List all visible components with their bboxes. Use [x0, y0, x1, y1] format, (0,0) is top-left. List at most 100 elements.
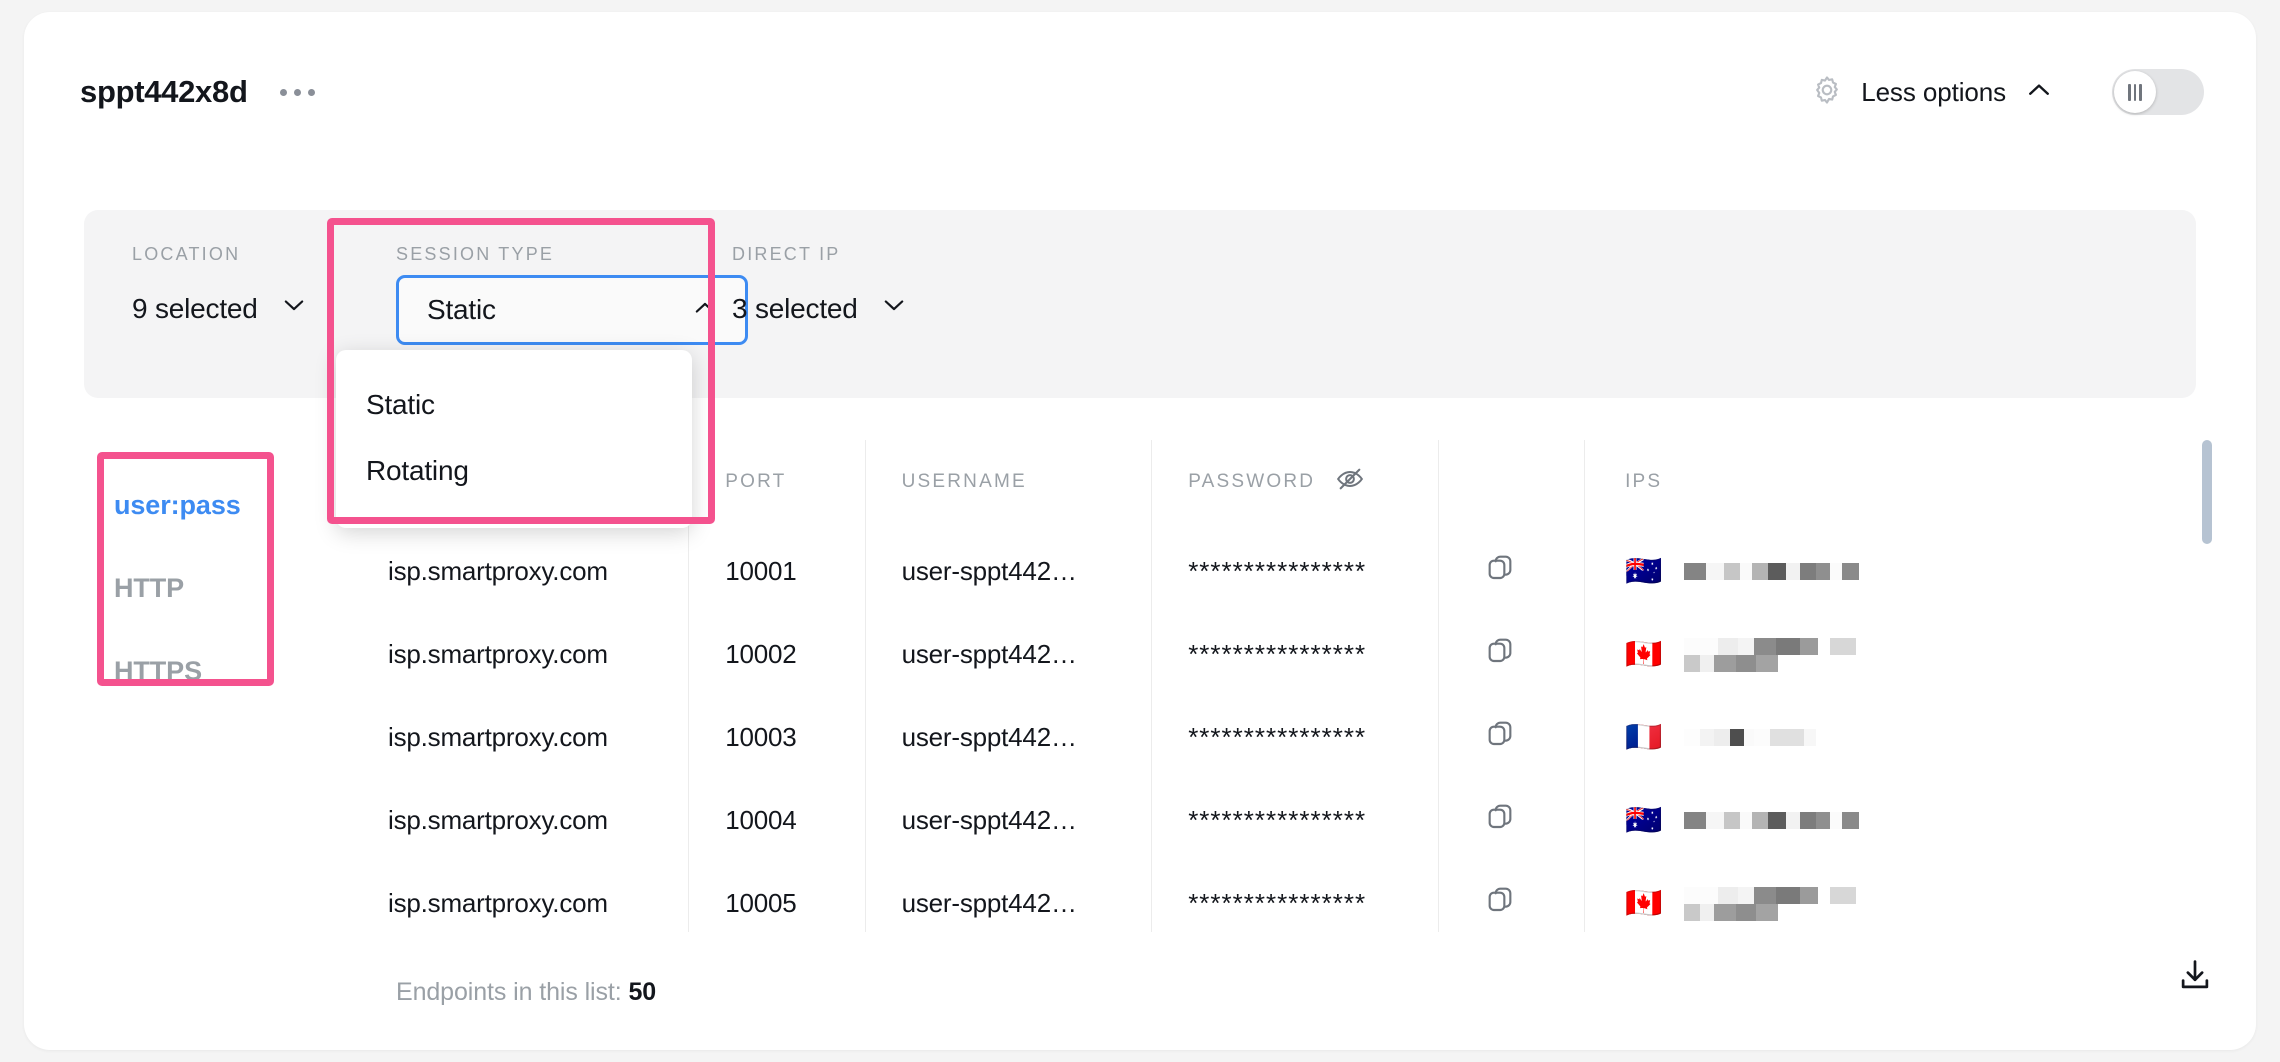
protocol-tab-http[interactable]: HTTP — [114, 547, 259, 630]
session-type-value: Static — [427, 294, 496, 325]
table-scrollbar[interactable] — [2202, 440, 2212, 932]
filter-location-text: 9 selected — [132, 292, 258, 324]
protocol-tab-user-pass[interactable]: user:pass — [114, 464, 259, 547]
endpoints-count: Endpoints in this list: 50 — [396, 978, 656, 1007]
cell-host: isp.smartproxy.com — [336, 779, 690, 862]
copy-icon[interactable] — [1485, 887, 1517, 922]
cell-copy — [1438, 779, 1586, 862]
redaction-block — [1754, 637, 1777, 655]
dropdown-option-static[interactable]: Static — [336, 372, 692, 438]
redaction-block — [1714, 729, 1731, 746]
redaction-block — [1830, 637, 1857, 655]
cell-port: 10003 — [688, 696, 866, 779]
masked-password: **************** — [1188, 805, 1367, 835]
session-type-dropdown: Static Rotating — [336, 350, 692, 528]
ellipsis-icon[interactable] — [276, 81, 319, 104]
gear-icon — [1811, 74, 1843, 111]
table-row: isp.smartproxy.com 10003 user-sppt442… ****… — [336, 696, 2226, 779]
redaction-block — [1752, 563, 1769, 580]
toggle-bar — [2139, 83, 2142, 101]
masked-password: **************** — [1188, 888, 1367, 918]
copy-icon[interactable] — [1485, 721, 1517, 756]
redaction-block — [1752, 812, 1769, 829]
toggle-bar — [2128, 83, 2131, 101]
ellipsis-dot — [307, 88, 315, 96]
cell-username: user-sppt442… — [865, 779, 1153, 862]
card-header: sppt442x8d Less options — [24, 12, 2256, 172]
cell-password: **************** — [1151, 613, 1439, 696]
protocol-tab-label: user:pass — [114, 490, 241, 520]
cell-port: 10005 — [688, 862, 866, 932]
redaction-block — [1700, 903, 1715, 921]
dropdown-option-rotating[interactable]: Rotating — [336, 438, 692, 504]
filter-direct-ip: DIRECT IP 3 selected — [732, 210, 1032, 398]
cell-host: isp.smartproxy.com — [336, 613, 690, 696]
endpoints-count-label: Endpoints in this list: — [396, 978, 622, 1006]
less-options-button[interactable]: Less options — [1811, 74, 2054, 111]
protocol-tab-list: user:pass HTTP HTTPS — [114, 464, 259, 713]
redaction-block — [1756, 903, 1779, 921]
cell-username: user-sppt442… — [865, 862, 1153, 932]
table-scrollbar-thumb[interactable] — [2202, 440, 2212, 544]
redaction-block — [1684, 654, 1701, 672]
view-mode-toggle[interactable] — [2112, 69, 2204, 115]
cell-password: **************** — [1151, 530, 1439, 613]
copy-icon[interactable] — [1485, 555, 1517, 590]
redaction-block — [1700, 654, 1715, 672]
endpoint-card: sppt442x8d Less options LOCATION 9 selec… — [24, 12, 2256, 1050]
copy-icon[interactable] — [1485, 638, 1517, 673]
redaction-block — [1718, 637, 1739, 655]
redaction-block — [1738, 637, 1755, 655]
copy-icon[interactable] — [1485, 804, 1517, 839]
protocol-tab-https[interactable]: HTTPS — [114, 630, 259, 713]
cell-ips: 🇦🇺 — [1585, 530, 2226, 613]
cell-ips: 🇨🇦 — [1585, 613, 2226, 696]
table-body: isp.smartproxy.com 10001 user-sppt442… ****… — [336, 530, 2226, 932]
filter-direct-ip-value[interactable]: 3 selected — [732, 291, 1032, 326]
redaction-block — [1684, 637, 1719, 655]
download-button[interactable] — [2176, 956, 2214, 999]
redaction-block — [1800, 886, 1819, 904]
redaction-block — [1786, 812, 1801, 829]
redaction-block — [1804, 729, 1817, 746]
cell-port: 10002 — [688, 613, 866, 696]
cell-ips: 🇫🇷 — [1585, 696, 2226, 779]
redacted-ip — [1684, 886, 1859, 921]
cell-copy — [1438, 613, 1586, 696]
masked-password: **************** — [1188, 722, 1367, 752]
table-row: isp.smartproxy.com 10002 user-sppt442… ****… — [336, 613, 2226, 696]
redaction-block — [1740, 812, 1753, 829]
redacted-ip — [1684, 563, 1860, 580]
chevron-down-icon — [880, 291, 908, 326]
session-type-select[interactable]: Static — [396, 275, 748, 345]
cell-username: user-sppt442… — [865, 530, 1153, 613]
redaction-block — [1818, 637, 1831, 655]
ellipsis-dot — [293, 88, 301, 96]
masked-password: **************** — [1188, 639, 1367, 669]
redaction-block — [1714, 903, 1737, 921]
header-actions: Less options — [1811, 69, 2204, 115]
redaction-block — [1724, 812, 1741, 829]
redaction-block — [1706, 812, 1725, 829]
cell-password: **************** — [1151, 862, 1439, 932]
cell-copy — [1438, 862, 1586, 932]
redaction-block — [1770, 729, 1805, 746]
col-header-password: PASSWORD — [1151, 440, 1439, 530]
chevron-down-icon — [280, 291, 308, 326]
eye-off-icon[interactable] — [1335, 464, 1365, 500]
cell-copy — [1438, 530, 1586, 613]
redaction-block — [1800, 637, 1819, 655]
filter-location-value[interactable]: 9 selected — [132, 291, 372, 326]
cell-password: **************** — [1151, 779, 1439, 862]
col-header-port: PORT — [688, 440, 866, 530]
cell-ips: 🇨🇦 — [1585, 862, 2226, 932]
filter-location-label: LOCATION — [132, 244, 241, 264]
page-title: sppt442x8d — [80, 74, 248, 109]
chevron-up-icon — [691, 294, 719, 327]
cell-ips: 🇦🇺 — [1585, 779, 2226, 862]
col-header-password-label: PASSWORD — [1188, 471, 1316, 492]
redaction-block — [1684, 886, 1719, 904]
chevron-up-icon — [2024, 75, 2054, 110]
redaction-block — [1718, 886, 1739, 904]
redaction-block — [1684, 812, 1707, 829]
